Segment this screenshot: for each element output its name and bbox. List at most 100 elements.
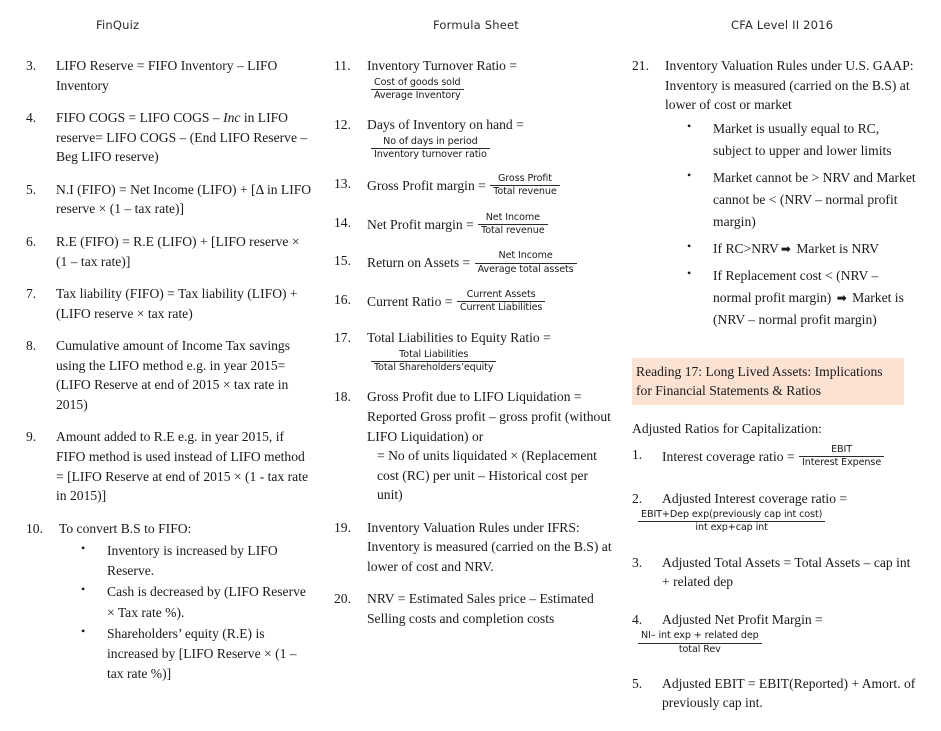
right-arrow-icon: ➡ <box>836 290 847 305</box>
list-item-number: 5. <box>632 675 643 691</box>
fraction-numerator: Net Income <box>478 212 548 225</box>
list-item: 7. Tax liability (FIFO) = Tax liability … <box>26 284 312 323</box>
column-1: 3. LIFO Reserve = FIFO Inventory – LIFO … <box>26 56 312 731</box>
bullet-item: Shareholders’ equity (R.E) is increased … <box>81 623 312 684</box>
list-item: 17. Total Liabilities to Equity Ratio = … <box>334 328 616 374</box>
fraction-denominator: Interest Expense <box>801 457 882 469</box>
column-3: 21. Inventory Valuation Rules under U.S.… <box>632 56 920 731</box>
list-item: 16. Current Ratio = Current Assets Curren… <box>334 289 616 316</box>
list-item-number: 13. <box>334 176 351 192</box>
bullet-item: Cash is decreased by (LIFO Reserve × Tax… <box>81 581 312 622</box>
fraction-denominator: Average Inventory <box>374 89 461 101</box>
list-item-number: 4. <box>632 611 643 627</box>
list-item: 3. Adjusted Total Assets = Total Assets … <box>632 553 920 592</box>
fraction: Cost of goods sold Average Inventory <box>371 77 464 103</box>
list-item-text: Total Liabilities to Equity Ratio = <box>367 330 551 346</box>
list-item: 6. R.E (FIFO) = R.E (LIFO) + [LIFO reser… <box>26 232 312 271</box>
list-item: 5. Adjusted EBIT = EBIT(Reported) + Amor… <box>632 674 920 713</box>
list-item-text: Days of Inventory on hand = <box>367 117 524 133</box>
list-item-number: 9. <box>26 429 37 445</box>
list-item-text: FIFO COGS = LIFO COGS – Inc in LIFO rese… <box>56 108 312 167</box>
list-item-number: 17. <box>334 330 351 346</box>
list-item-number: 10. <box>26 520 43 536</box>
header-brand: FinQuiz <box>96 18 140 32</box>
list-item-number: 18. <box>334 389 351 405</box>
list-item-text: To convert B.S to FIFO: <box>59 520 192 536</box>
formula-label: Interest coverage ratio = <box>662 448 798 464</box>
list-item: 12. Days of Inventory on hand = No of da… <box>334 115 616 161</box>
list-item-number: 11. <box>334 58 351 73</box>
list-item-number: 2. <box>632 490 643 506</box>
list-item-text: Adjusted Total Assets = Total Assets – c… <box>662 554 911 590</box>
formula-label: Net Profit margin = <box>367 216 478 232</box>
list-item-number: 4. <box>26 110 37 126</box>
column-2: 11. Inventory Turnover Ratio = Cost of g… <box>334 56 616 731</box>
list-item-text: Current Ratio = Current Assets Current Li… <box>367 289 616 316</box>
list-item-number: 12. <box>334 117 351 133</box>
page-header: FinQuiz Formula Sheet CFA Level II 2016 <box>0 0 941 56</box>
list-item: 20. NRV = Estimated Sales price – Estima… <box>334 589 616 628</box>
list-item: 9. Amount added to R.E e.g. in year 2015… <box>26 427 312 505</box>
list-item-text: Inventory Valuation Rules under U.S. GAA… <box>665 58 914 113</box>
list-item: 15. Return on Assets = Net Income Average… <box>334 250 616 277</box>
list-item-text: Tax liability (FIFO) = Tax liability (LI… <box>56 286 298 321</box>
list-item-number: 16. <box>334 291 351 307</box>
header-subject: CFA Level II 2016 <box>731 18 834 32</box>
list-item-text: R.E (FIFO) = R.E (LIFO) + [LIFO reserve … <box>56 233 300 269</box>
fraction-denominator: Total revenue <box>481 224 545 236</box>
list-item: 4. FIFO COGS = LIFO COGS – Inc in LIFO r… <box>26 108 312 167</box>
fraction-numerator: Total Liabilities <box>371 349 497 363</box>
list-item-continuation: = No of units liquidated × (Replacement … <box>377 448 597 503</box>
list-item-number: 3. <box>632 554 643 570</box>
list-item-number: 15. <box>334 253 351 269</box>
list-item-text: Cumulative amount of Income Tax savings … <box>56 338 291 412</box>
bullet-text-after-arrow: Market is NRV <box>792 240 880 256</box>
bullet-item: Inventory is increased by LIFO Reserve. <box>81 540 312 581</box>
text-before-italic: FIFO COGS = LIFO COGS – <box>56 110 224 126</box>
list-item-text: Net Profit margin = Net Income Total reve… <box>367 212 616 239</box>
list-item-number: 8. <box>26 338 37 354</box>
fraction-denominator: Current Liabilities <box>459 302 543 314</box>
list-item-number: 20. <box>334 591 351 607</box>
fraction-denominator: total Rev <box>678 643 721 655</box>
list-item-text: Gross Profit due to LIFO Liquidation = R… <box>367 389 611 444</box>
list-item: 18. Gross Profit due to LIFO Liquidation… <box>334 387 616 504</box>
fraction: No of days in period Inventory turnover … <box>371 136 490 162</box>
formula-label: Gross Profit margin = <box>367 178 490 194</box>
list-item: 11. Inventory Turnover Ratio = Cost of g… <box>334 56 616 102</box>
reading-heading-highlight: Reading 17: Long Lived Assets: Implicati… <box>632 357 904 406</box>
list-item-number: 6. <box>26 233 37 249</box>
list-item: 10. To convert B.S to FIFO: Inventory is… <box>26 519 312 684</box>
section-lead-text: Adjusted Ratios for Capitalization: <box>632 421 822 437</box>
list-item-number: 5. <box>26 181 37 197</box>
fraction: NI– int exp + related dep total Rev <box>638 630 762 656</box>
bullet-item: If Replacement cost < (NRV – normal prof… <box>687 264 920 331</box>
list-item-number: 1. <box>632 446 643 462</box>
formula-label: Current Ratio = <box>367 293 456 309</box>
bullet-list: Inventory is increased by LIFO Reserve. … <box>59 540 312 684</box>
fraction-numerator: Net Income <box>474 250 577 264</box>
bullet-item: Market cannot be > NRV and Market cannot… <box>687 166 920 233</box>
fraction: Current Assets Current Liabilities <box>456 289 546 315</box>
bullet-item: If RC>NRV➡ Market is NRV <box>687 237 920 260</box>
list-item: 1. Interest coverage ratio = EBIT Interes… <box>632 444 920 471</box>
fraction-denominator: Average total assets <box>477 263 574 275</box>
fraction: Net Income Average total assets <box>474 250 577 276</box>
italic-term: Inc <box>223 110 241 126</box>
fraction-numerator: Cost of goods sold <box>371 77 464 90</box>
fraction: EBIT+Dep exp(previously cap int cost) in… <box>638 509 826 535</box>
list-item: 2. Adjusted Interest coverage ratio = EB… <box>632 489 920 535</box>
fraction: EBIT Interest Expense <box>798 444 885 470</box>
list-item-text: Gross Profit margin = Gross Profit Total … <box>367 173 616 200</box>
list-item: 8. Cumulative amount of Income Tax savin… <box>26 336 312 414</box>
fraction-denominator: Inventory turnover ratio <box>374 148 487 160</box>
list-item: 5. N.I (FIFO) = Net Income (LIFO) + [Δ i… <box>26 180 312 219</box>
fraction: Gross Profit Total revenue <box>490 173 560 199</box>
right-arrow-icon: ➡ <box>780 241 791 256</box>
list-item-text: Amount added to R.E e.g. in year 2015, i… <box>56 429 309 504</box>
list-item: 19. Inventory Valuation Rules under IFRS… <box>334 518 616 577</box>
fraction-denominator: int exp+cap int <box>695 522 768 534</box>
fraction-numerator: Current Assets <box>456 289 546 303</box>
fraction-numerator: NI– int exp + related dep <box>638 630 762 644</box>
